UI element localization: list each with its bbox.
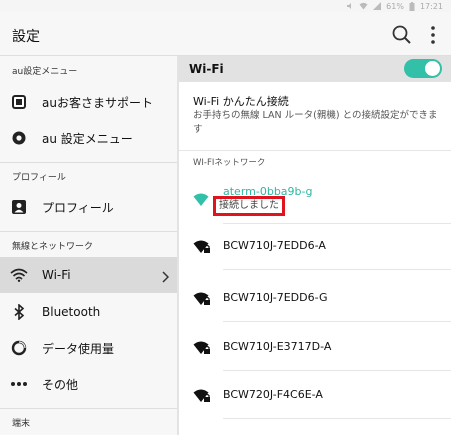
sidebar-item-data-usage[interactable]: データ使用量 [0, 330, 177, 366]
wifi-locked-icon [193, 291, 211, 310]
wifi-locked-icon [193, 239, 211, 258]
network-item[interactable]: BCW710J-E3717D-A [179, 326, 451, 366]
divider [0, 231, 177, 232]
page-title: 設定 [12, 29, 40, 45]
au-support-icon [10, 93, 28, 111]
network-ssid: BCW720J-F4C6E-A [223, 388, 323, 401]
divider [223, 321, 451, 322]
sidebar-item-bluetooth[interactable]: Bluetooth [0, 294, 177, 330]
more-vert-icon [431, 26, 435, 44]
network-item[interactable]: BCW710J-7EDD6-A [179, 225, 451, 265]
mute-icon [346, 2, 354, 10]
network-item[interactable]: BCW710J-7EDD6-G [179, 277, 451, 317]
search-icon [392, 25, 411, 44]
sidebar-item-profile[interactable]: プロフィール [0, 189, 177, 225]
divider [0, 408, 177, 409]
section-header-wireless: 無線とネットワーク [12, 242, 94, 252]
network-ssid: BCW710J-7EDD6-G [223, 291, 328, 304]
network-ssid: BCW710J-E3717D-A [223, 340, 332, 353]
divider [0, 162, 177, 163]
profile-card-icon [10, 198, 28, 216]
sidebar-item-au-support[interactable]: auお客さまサポート [0, 84, 177, 120]
toggle-knob [425, 61, 440, 76]
settings-sidebar: au設定メニュー auお客さまサポート au 設定メニュー プロフィール プロフ… [0, 56, 179, 435]
wifi-locked-icon [193, 388, 211, 407]
sidebar-item-label: その他 [42, 377, 79, 392]
sidebar-item-wifi[interactable]: Wi-Fi [0, 257, 177, 293]
sidebar-item-other[interactable]: その他 [0, 366, 177, 402]
network-item[interactable]: BCW720J-F4C6E-A [179, 374, 451, 414]
overflow-menu-button[interactable] [427, 24, 439, 46]
bluetooth-icon [10, 303, 28, 321]
network-status: 接続しました [213, 196, 285, 216]
section-header-device: 端末 [12, 419, 31, 429]
wifi-easy-connect[interactable]: Wi-Fi かんたん接続 お手持ちの無線 LAN ルータ(親機) との接続設定が… [179, 82, 451, 140]
status-icons: 61% 17:21 [346, 0, 443, 12]
sidebar-item-label: auお客さまサポート [42, 95, 153, 110]
wifi-toggle[interactable] [404, 59, 442, 78]
wifi-settings-panel: Wi-Fi Wi-Fi かんたん接続 お手持ちの無線 LAN ルータ(親機) と… [179, 56, 451, 435]
divider [223, 370, 451, 371]
divider [223, 223, 451, 224]
app-bar: 設定 [0, 12, 451, 56]
sidebar-item-label: プロフィール [42, 200, 114, 215]
wifi-locked-icon [193, 340, 211, 359]
chevron-right-icon [161, 268, 170, 287]
wifi-switch-label: Wi-Fi [189, 62, 224, 76]
clock: 17:21 [419, 1, 443, 11]
wifi-signal-icon [193, 192, 209, 211]
sidebar-item-label: au 設定メニュー [42, 131, 133, 146]
wifi-master-switch-bar: Wi-Fi [179, 56, 451, 82]
signal-icon [373, 2, 382, 10]
sidebar-item-au-settings[interactable]: au 設定メニュー [0, 120, 177, 156]
easy-connect-description: お手持ちの無線 LAN ルータ(親機) との接続設定ができます [193, 110, 438, 135]
more-dots-icon [10, 375, 28, 393]
data-usage-icon [10, 339, 28, 357]
au-gear-icon [10, 129, 28, 147]
easy-connect-title: Wi-Fi かんたん接続 [193, 95, 289, 108]
wifi-status-icon [359, 2, 368, 10]
network-item-connected[interactable]: aterm-0bba9b-g 接続しました [179, 178, 451, 218]
battery-icon [409, 1, 415, 11]
divider [223, 269, 451, 270]
section-header-au: au設定メニュー [12, 67, 78, 77]
sidebar-item-label: Wi-Fi [42, 268, 71, 282]
network-ssid: BCW710J-7EDD6-A [223, 239, 326, 252]
wifi-networks-header: WI-FIネットワーク [179, 150, 451, 174]
section-header-profile: プロフィール [12, 173, 66, 183]
sidebar-item-label: Bluetooth [42, 305, 101, 319]
battery-percent: 61% [386, 1, 404, 11]
wifi-icon [10, 266, 28, 284]
sidebar-item-label: データ使用量 [42, 341, 115, 356]
search-button[interactable] [391, 24, 413, 46]
divider [223, 418, 451, 419]
status-bar: 61% 17:21 [0, 0, 451, 12]
